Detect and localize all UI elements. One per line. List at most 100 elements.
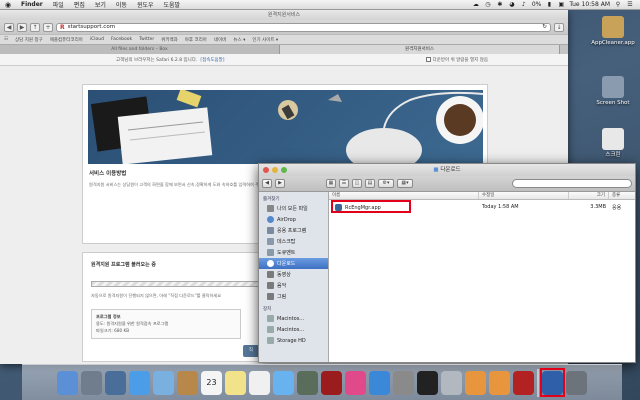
battery-icon[interactable]: ▮ [545,1,553,8]
preview-icon[interactable] [441,370,462,395]
finder-search-input[interactable] [512,179,632,188]
add-bookmark-button[interactable]: + [43,22,53,32]
reminders-icon[interactable] [249,370,270,395]
applications-icon [267,227,274,234]
input-source-icon[interactable]: ▣ [557,1,565,8]
bookmark-item[interactable]: 야후 코리아 [185,37,207,43]
apple-menu-icon[interactable]: ◉ [0,1,16,9]
battery-percent[interactable]: 0% [532,1,542,8]
menu-window[interactable]: 윈도우 [132,0,159,9]
close-icon[interactable] [263,167,269,173]
site-favicon-icon: R [60,23,65,31]
notice-checkbox-label: 다운받아 위 알람을 열지 않음 [432,57,488,63]
calendar-icon[interactable]: 23 [201,370,222,395]
app-store-icon[interactable] [369,370,390,395]
system-preferences-icon[interactable] [393,370,414,395]
menu-view[interactable]: 보기 [90,0,111,9]
sidebar-item-device[interactable]: Macintos... [259,324,328,335]
cloud-icon[interactable]: ☁ [472,1,480,8]
sidebar-item-music[interactable]: 음악 [259,280,328,291]
bookmark-item[interactable]: 뉴스 ▾ [233,37,245,43]
volume-icon[interactable]: ♪ [520,1,528,8]
notes-icon[interactable] [225,370,246,395]
column-header-date[interactable]: 수정일 [479,192,569,199]
column-view-button[interactable]: ◫ [352,179,362,188]
icon-view-button[interactable]: ▦ [326,179,336,188]
downloads-stack-icon[interactable] [540,367,565,397]
action-gear-button[interactable]: ⚙▾ [378,179,394,188]
column-header-name[interactable]: 이름 [329,192,479,199]
bookmark-item[interactable]: 상담 지원 창구 [15,37,43,43]
forward-button[interactable]: ▶ [275,179,285,188]
menu-file[interactable]: 파일 [48,0,69,9]
notification-center-icon[interactable]: ☰ [626,1,634,8]
notice-help-link[interactable]: [접속도움말] [200,57,224,63]
menu-finder[interactable]: Finder [16,1,48,8]
sidebar-item-pictures[interactable]: 그림 [259,291,328,302]
desktop-icon-appcleaner[interactable]: AppCleaner.app [588,16,638,47]
address-bar[interactable]: R startsupport.com ↻ [56,22,551,32]
mission-control-icon[interactable] [105,370,126,395]
menu-help[interactable]: 도움말 [159,0,186,9]
bookmark-item[interactable]: iCloud [90,37,104,42]
mail-icon[interactable] [153,370,174,395]
direct-download-button[interactable]: 직 [243,345,259,357]
arrange-button[interactable]: ▦▾ [397,179,413,188]
itunes-icon[interactable] [345,370,366,395]
wifi-icon[interactable]: ◕ [508,1,516,8]
sidebar-item-movies[interactable]: 동영상 [259,269,328,280]
finder-icon[interactable] [57,370,78,395]
share-button[interactable]: ↑ [30,22,40,32]
terminal-icon[interactable] [417,370,438,395]
menu-edit[interactable]: 편집 [69,0,90,9]
desktop-icon-screenshot[interactable]: Screen Shot [588,76,638,107]
launchpad-icon[interactable] [81,370,102,395]
remote-app-1-icon[interactable] [465,370,486,395]
column-header-kind[interactable]: 종류 [609,192,635,199]
contacts-icon[interactable] [177,370,198,395]
sidebar-item-applications[interactable]: 응용 프로그램 [259,225,328,236]
back-button[interactable]: ◀ [4,22,14,32]
forward-button[interactable]: ▶ [17,22,27,32]
bookmark-item[interactable]: 네이버 [214,37,226,43]
remote-app-2-icon[interactable] [489,370,510,395]
desktop-icon-screen[interactable]: 스크린 [588,128,638,159]
safari-icon[interactable] [129,370,150,395]
bookmarks-icon[interactable]: ☷ [4,37,8,42]
flash-icon[interactable] [513,370,534,395]
minimize-icon[interactable] [272,167,278,173]
back-button[interactable]: ◀ [262,179,272,188]
time-machine-icon[interactable]: ◷ [484,1,492,8]
trash-icon[interactable] [566,370,587,395]
sidebar-item-all-files[interactable]: 나의 모든 파일 [259,203,328,214]
bookmark-item[interactable]: Twitter [139,37,154,42]
menu-clock[interactable]: Tue 10:58 AM [569,1,610,8]
file-row[interactable]: RcEngMgr.app Today 1:58 AM 3.3MB 응용 [329,200,635,213]
zoom-icon[interactable] [281,167,287,173]
downloads-button[interactable]: ↓ [554,22,564,32]
coverflow-view-button[interactable]: ▤ [365,179,375,188]
photo-booth-icon[interactable] [321,370,342,395]
bookmark-item[interactable]: 위키백과 [161,37,178,43]
sidebar-item-downloads[interactable]: 다운로드 [259,258,328,269]
bluetooth-icon[interactable]: ✱ [496,1,504,8]
notice-checkbox[interactable]: 다운받아 위 알람을 열지 않음 [425,57,488,63]
checkbox-box[interactable] [425,57,431,62]
facetime-icon[interactable] [297,370,318,395]
sidebar-item-airdrop[interactable]: AirDrop [259,214,328,225]
messages-icon[interactable] [273,370,294,395]
spotlight-icon[interactable]: ⚲ [614,1,622,8]
menu-go[interactable]: 이동 [111,0,132,9]
bookmark-item[interactable]: 인기 사이트 ▾ [252,37,278,43]
column-header-size[interactable]: 크기 [569,192,609,199]
reload-icon[interactable]: ↻ [542,24,547,30]
sidebar-item-device[interactable]: Storage HD [259,335,328,346]
hero-illustration [90,90,483,164]
list-view-button[interactable]: ☰ [339,179,349,188]
sidebar-item-desktop[interactable]: 데스크탑 [259,236,328,247]
sidebar-item-device[interactable]: Macintos... [259,313,328,324]
sidebar-item-label: 동영상 [277,272,291,278]
bookmark-item[interactable]: 애플컴퓨터코리아 [50,37,83,43]
bookmark-item[interactable]: Facebook [111,37,132,42]
sidebar-item-documents[interactable]: 도큐멘트 [259,247,328,258]
